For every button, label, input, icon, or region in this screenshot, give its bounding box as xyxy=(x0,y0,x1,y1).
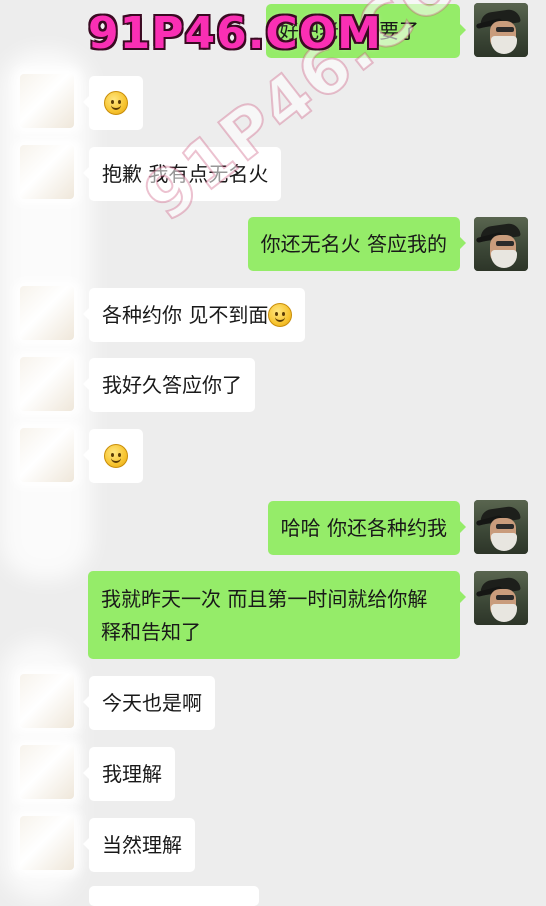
avatar[interactable] xyxy=(20,428,74,482)
message-bubble-outgoing[interactable]: 你还无名火 答应我的 xyxy=(247,217,467,271)
avatar[interactable] xyxy=(474,500,528,554)
smile-emoji-icon xyxy=(104,444,128,468)
message-bubble-outgoing[interactable]: 哈哈 你还各种约我 xyxy=(267,501,467,555)
message-bubble-incoming[interactable]: 今天也是啊 xyxy=(83,676,215,730)
message-bubble-incoming[interactable] xyxy=(89,886,259,906)
message-bubble-incoming[interactable] xyxy=(83,76,143,130)
message-bubble-incoming[interactable]: 各种约你 见不到面 xyxy=(82,288,306,342)
smile-emoji-icon xyxy=(268,303,293,327)
message-bubble-incoming[interactable]: 当然理解 xyxy=(83,818,195,872)
avatar[interactable] xyxy=(20,357,74,411)
avatar[interactable] xyxy=(474,217,528,271)
smile-emoji-icon xyxy=(104,91,128,115)
message-bubble-outgoing[interactable]: 我就昨天一次 而且第一时间就给你解释和告知了 xyxy=(88,571,466,659)
avatar[interactable] xyxy=(474,571,528,625)
watermark: 91P46.COM xyxy=(88,8,382,59)
chat-area[interactable]: 好吧老子不要了 抱歉 我有点无名火 你还无名火 答应我的 各种约你 见不到面 我… xyxy=(0,0,546,906)
avatar[interactable] xyxy=(20,745,74,799)
message-bubble-incoming[interactable] xyxy=(83,429,143,483)
message-bubble-incoming[interactable]: 我好久答应你了 xyxy=(83,358,255,412)
avatar[interactable] xyxy=(20,816,74,870)
avatar[interactable] xyxy=(20,74,74,128)
avatar[interactable] xyxy=(20,145,74,199)
avatar[interactable] xyxy=(474,3,528,57)
message-bubble-incoming[interactable]: 我理解 xyxy=(83,747,175,801)
message-text: 各种约你 见不到面 xyxy=(102,303,269,327)
avatar[interactable] xyxy=(20,286,74,340)
avatar[interactable] xyxy=(20,674,74,728)
